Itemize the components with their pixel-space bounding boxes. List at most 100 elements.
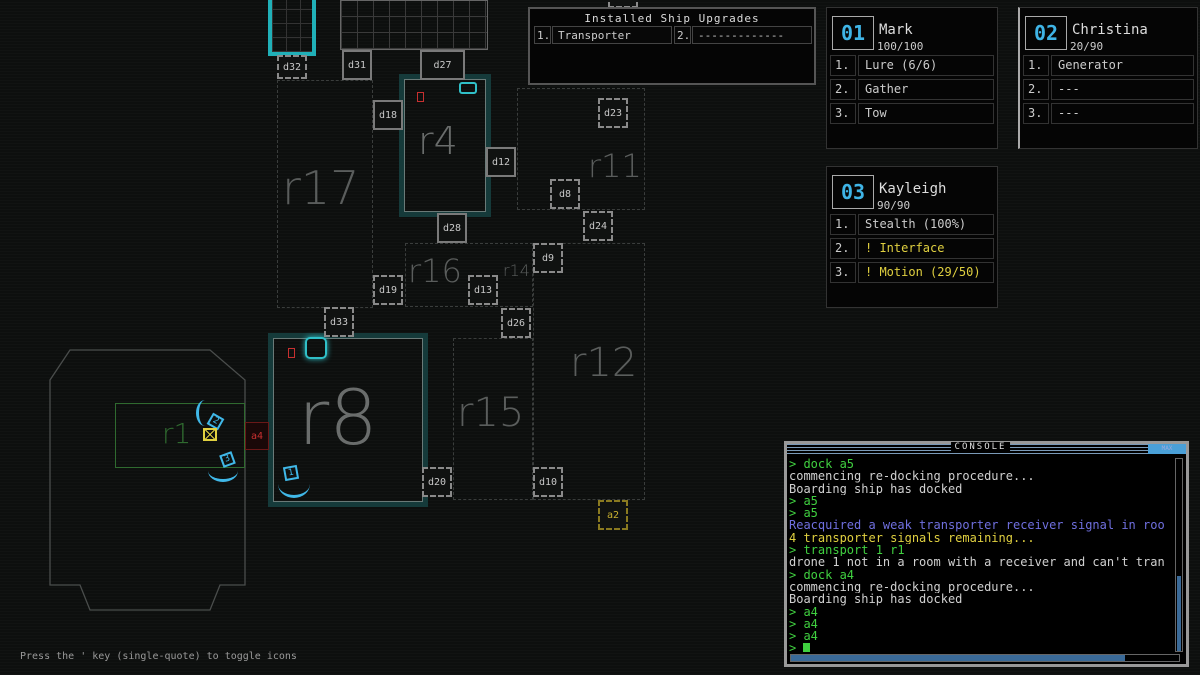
module-slot[interactable]: Generator [1051,55,1194,76]
console-line: Boarding ship has docked [789,482,963,495]
drone-number[interactable]: 03 [832,175,874,209]
module-slot[interactable]: Tow [858,103,994,124]
room-label: r16 [408,252,462,290]
grid-structure [340,0,488,50]
console-line: commencing re-docking procedure... [789,580,1035,594]
console-line: > a5 [789,494,818,508]
upgrade-slot[interactable]: Transporter [552,26,672,44]
room-label: r4 [418,119,458,163]
console[interactable]: CONSOLE MAX > dock a5 commencing re-docki… [784,441,1189,667]
door-d33[interactable]: d33 [324,307,354,337]
door-d10[interactable]: d10 [533,467,563,497]
door-d13[interactable]: d13 [468,275,498,305]
door-d8[interactable]: d8 [550,179,580,209]
door-d26[interactable]: d26 [501,308,531,338]
upgrade-slot-number: 2. [674,26,691,44]
console-scrollbar[interactable] [1175,458,1183,652]
ship-upgrades-panel: Installed Ship Upgrades 1. Transporter 2… [528,7,816,85]
console-hscrollbar[interactable] [790,654,1180,662]
room-label: r17 [282,161,360,215]
module-slot[interactable]: ! Interface [858,238,994,259]
console-line: > a4 [789,630,818,643]
room-label: r15 [457,390,525,436]
module-slot-number: 1. [830,55,856,76]
door-d24[interactable]: d24 [583,211,613,241]
module-slot-number: 2. [830,238,856,259]
drone-panel-02: 02 Christina 20/90 1. Generator 2. --- 3. -… [1018,7,1198,149]
room-label: r14 [503,261,530,280]
room-label: r11 [588,147,642,185]
module-slot-number: 3. [1023,103,1049,124]
console-line: > dock a4 [789,568,855,581]
door-d19[interactable]: d19 [373,275,403,305]
airlock-a4[interactable]: a4 [245,422,269,450]
door-d18[interactable]: d18 [373,100,403,130]
drone-arc [208,460,238,482]
drone-arc [278,470,310,498]
console-output: > dock a5 commencing re-docking procedure… [789,458,1177,652]
module-slot[interactable]: ! Motion (29/50) [858,262,994,283]
generator-icon [459,82,477,94]
console-titlebar: CONSOLE MAX [787,442,1186,454]
drone-number[interactable]: 02 [1025,16,1067,50]
upgrade-slot-number: 1. [534,26,551,44]
door-d31[interactable]: d31 [342,50,372,80]
console-max-button[interactable]: MAX [1148,444,1186,454]
prompt: > [789,642,797,652]
hint-text: Press the ' key (single-quote) to toggle… [20,651,297,662]
airlock-a2[interactable]: a2 [598,500,628,530]
drone-name: Christina [1072,22,1148,38]
room-label: r12 [570,340,638,386]
console-line: > dock a5 [789,458,855,471]
drone-health: 20/90 [1070,40,1104,53]
door-d9[interactable]: d9 [533,243,563,273]
door-d32[interactable]: d32 [277,55,307,79]
door-d27[interactable]: d27 [420,50,465,80]
door-d20[interactable]: d20 [422,467,452,497]
room-label: r8 [298,373,378,462]
cursor [803,643,811,652]
generator-icon [305,337,327,359]
drone-name: Mark [879,22,913,38]
module-slot-number: 2. [1023,79,1049,100]
door-d28[interactable]: d28 [437,213,467,243]
console-line: 4 transporter signals remaining... [789,531,1035,545]
map: r17 r11 r16 r14 r12 r15 r4 r8 1 r1 2 3 d… [0,0,780,640]
module-slot-number: 1. [1023,55,1049,76]
drone-health: 100/100 [877,40,924,53]
module-slot[interactable]: Lure (6/6) [858,55,994,76]
module-slot[interactable]: --- [1051,103,1194,124]
console-line: > a5 [789,507,818,520]
door-d12[interactable]: d12 [486,147,516,177]
console-line: drone 1 not in a room with a receiver an… [789,556,1165,569]
module-slot[interactable]: Gather [858,79,994,100]
console-line: > a4 [789,605,818,618]
cyan-structure [268,0,316,56]
crate-icon[interactable] [203,428,217,441]
drone-number[interactable]: 01 [832,16,874,50]
module-slot[interactable]: Stealth (100%) [858,214,994,235]
module-slot-number: 3. [830,262,856,283]
console-line: Boarding ship has docked [789,593,963,606]
module-slot-number: 1. [830,214,856,235]
console-line: Reacquired a weak transporter receiver s… [789,519,1165,532]
module-slot-number: 2. [830,79,856,100]
upgrade-slot[interactable]: ------------- [692,26,812,44]
drone-panel-03: 03 Kayleigh 90/90 1. Stealth (100%) 2. ! I… [826,166,998,308]
console-line: commencing re-docking procedure... [789,470,1035,483]
alert-icon [417,92,424,102]
alert-icon [288,348,295,358]
door-d23[interactable]: d23 [598,98,628,128]
console-title: CONSOLE [950,442,1011,452]
console-line: > a4 [789,617,818,631]
drone-name: Kayleigh [879,181,947,197]
console-line: > transport 1 r1 [789,544,905,557]
room-label: r1 [162,417,192,450]
module-slot-number: 3. [830,103,856,124]
drone-arc [196,400,214,426]
upgrades-title: Installed Ship Upgrades [584,12,760,25]
drone-panel-01: 01 Mark 100/100 1. Lure (6/6) 2. Gather 3. … [826,7,998,149]
drone-health: 90/90 [877,199,911,212]
module-slot[interactable]: --- [1051,79,1194,100]
console-input[interactable]: > [789,642,1177,652]
